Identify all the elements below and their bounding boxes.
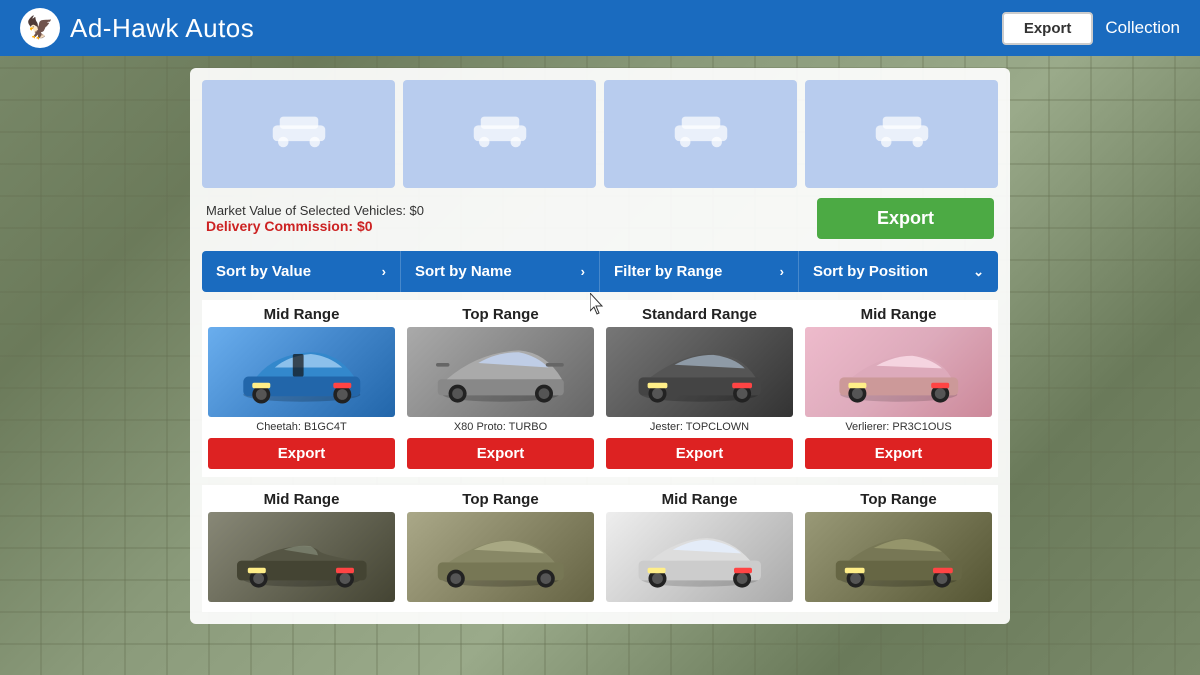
main-panel: Market Value of Selected Vehicles: $0 De… [190, 68, 1010, 624]
sort-position-label: Sort by Position [813, 263, 928, 280]
export-button-1[interactable]: Export [208, 438, 395, 469]
vehicle-card-1: Mid Range Cheetah: [202, 300, 401, 477]
sort-value-arrow: › [382, 264, 386, 279]
sort-name-arrow: › [581, 264, 585, 279]
vehicle-grid-row2: Mid Range Top Range [202, 485, 998, 612]
filter-range-label: Filter by Range [614, 263, 722, 280]
vehicle-range-6: Top Range [407, 491, 594, 508]
vehicle-card-7: Mid Range [600, 485, 799, 612]
vehicle-card-2: Top Range X80 Proto: TURBO Export [401, 300, 600, 477]
vehicle-img-4 [805, 327, 992, 417]
vehicle-name-2: X80 Proto: TURBO [407, 421, 594, 433]
collection-button[interactable]: Collection [1105, 18, 1180, 38]
vehicle-range-4: Mid Range [805, 306, 992, 323]
export-green-button[interactable]: Export [817, 198, 994, 239]
header-title-bold: Ad-Hawk [70, 13, 179, 43]
header-title-normal: Autos [179, 13, 254, 43]
vehicle-img-2 [407, 327, 594, 417]
vehicle-range-8: Top Range [805, 491, 992, 508]
vehicle-range-7: Mid Range [606, 491, 793, 508]
vehicle-range-2: Top Range [407, 306, 594, 323]
vehicle-range-5: Mid Range [208, 491, 395, 508]
vehicle-name-1: Cheetah: B1GC4T [208, 421, 395, 433]
vehicle-card-3: Standard Range Jester: TOPCLOWN Export [600, 300, 799, 477]
vehicle-card-4: Mid Range Verlierer: PR3C1OUS Export [799, 300, 998, 477]
vehicle-img-6 [407, 512, 594, 602]
vehicle-img-5 [208, 512, 395, 602]
vehicle-card-5: Mid Range [202, 485, 401, 612]
vehicle-slot-2[interactable] [403, 80, 596, 188]
vehicle-slot-1[interactable] [202, 80, 395, 188]
market-info: Market Value of Selected Vehicles: $0 De… [206, 203, 424, 234]
vehicle-name-4: Verlierer: PR3C1OUS [805, 421, 992, 433]
car-placeholder-icon-3 [666, 106, 736, 162]
vehicle-range-3: Standard Range [606, 306, 793, 323]
vehicle-name-3: Jester: TOPCLOWN [606, 421, 793, 433]
export-button-3[interactable]: Export [606, 438, 793, 469]
info-row: Market Value of Selected Vehicles: $0 De… [202, 198, 998, 239]
filter-range-arrow: › [780, 264, 784, 279]
vehicle-card-6: Top Range [401, 485, 600, 612]
vehicle-grid-row1: Mid Range Cheetah: [202, 300, 998, 477]
vehicle-card-8: Top Range [799, 485, 998, 612]
market-value-label: Market Value of Selected Vehicles: $0 [206, 203, 424, 218]
logo-icon: 🦅 [20, 8, 60, 48]
export-header-button[interactable]: Export [1002, 12, 1094, 45]
header: 🦅 Ad-Hawk Autos Export Collection [0, 0, 1200, 56]
vehicle-slot-3[interactable] [604, 80, 797, 188]
sort-value-label: Sort by Value [216, 263, 311, 280]
delivery-commission-label: Delivery Commission: $0 [206, 218, 424, 234]
sort-by-name[interactable]: Sort by Name › [401, 251, 600, 292]
vehicle-img-1 [208, 327, 395, 417]
export-button-4[interactable]: Export [805, 438, 992, 469]
sort-position-arrow: ⌄ [973, 264, 984, 280]
header-left: 🦅 Ad-Hawk Autos [20, 8, 254, 48]
sort-name-label: Sort by Name [415, 263, 512, 280]
vehicle-slots [202, 80, 998, 188]
filter-by-range[interactable]: Filter by Range › [600, 251, 799, 292]
sort-bar: Sort by Value › Sort by Name › Filter by… [202, 251, 998, 292]
car-placeholder-icon-2 [465, 106, 535, 162]
sort-by-value[interactable]: Sort by Value › [202, 251, 401, 292]
header-right: Export Collection [1002, 12, 1180, 45]
header-title: Ad-Hawk Autos [70, 13, 254, 44]
vehicle-range-1: Mid Range [208, 306, 395, 323]
car-placeholder-icon-4 [867, 106, 937, 162]
export-button-2[interactable]: Export [407, 438, 594, 469]
vehicle-slot-4[interactable] [805, 80, 998, 188]
car-placeholder-icon-1 [264, 106, 334, 162]
sort-by-position[interactable]: Sort by Position ⌄ [799, 251, 998, 292]
vehicle-img-3 [606, 327, 793, 417]
vehicle-img-8 [805, 512, 992, 602]
vehicle-img-7 [606, 512, 793, 602]
